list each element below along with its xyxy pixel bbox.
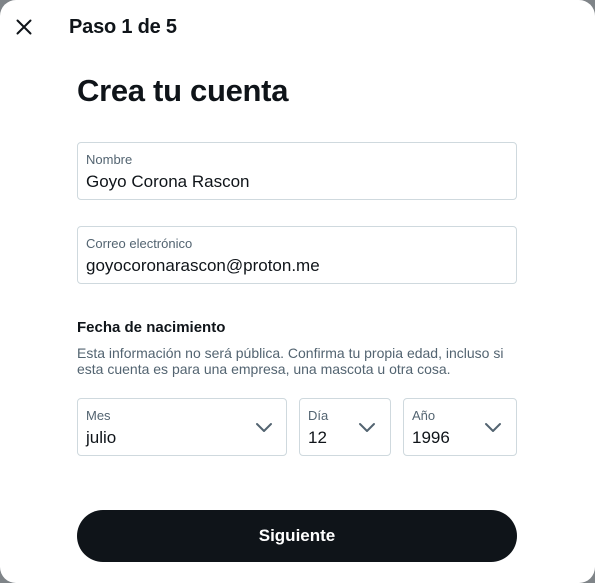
name-field-label: Nombre [86, 152, 133, 167]
page-title: Crea tu cuenta [77, 73, 289, 108]
next-button[interactable]: Siguiente [77, 510, 517, 562]
month-select[interactable]: Mes julio [77, 398, 287, 456]
email-field[interactable]: Correo electrónico goyocoronarascon@prot… [77, 226, 517, 284]
month-select-value: julio [86, 428, 117, 447]
chevron-down-icon [256, 423, 272, 432]
close-icon [16, 19, 32, 35]
signup-dialog: Paso 1 de 5 Crea tu cuenta Nombre Goyo C… [0, 0, 595, 583]
day-select-value: 12 [308, 428, 327, 447]
chevron-down-icon [359, 423, 375, 432]
step-indicator: Paso 1 de 5 [69, 16, 177, 38]
name-field-value[interactable]: Goyo Corona Rascon [86, 172, 249, 192]
birthdate-title: Fecha de nacimiento [77, 319, 226, 336]
chevron-down-icon [485, 423, 501, 432]
month-select-label: Mes [86, 408, 111, 423]
email-field-label: Correo electrónico [86, 236, 193, 251]
birthdate-description: Esta información no será pública. Confir… [77, 345, 504, 377]
name-field[interactable]: Nombre Goyo Corona Rascon [77, 142, 517, 200]
year-select[interactable]: Año 1996 [403, 398, 517, 456]
year-select-label: Año [412, 408, 436, 423]
day-select-label: Día [308, 408, 329, 423]
close-button[interactable] [8, 11, 40, 43]
year-select-value: 1996 [412, 428, 450, 447]
day-select[interactable]: Día 12 [299, 398, 391, 456]
email-field-value[interactable]: goyocoronarascon@proton.me [86, 256, 320, 276]
